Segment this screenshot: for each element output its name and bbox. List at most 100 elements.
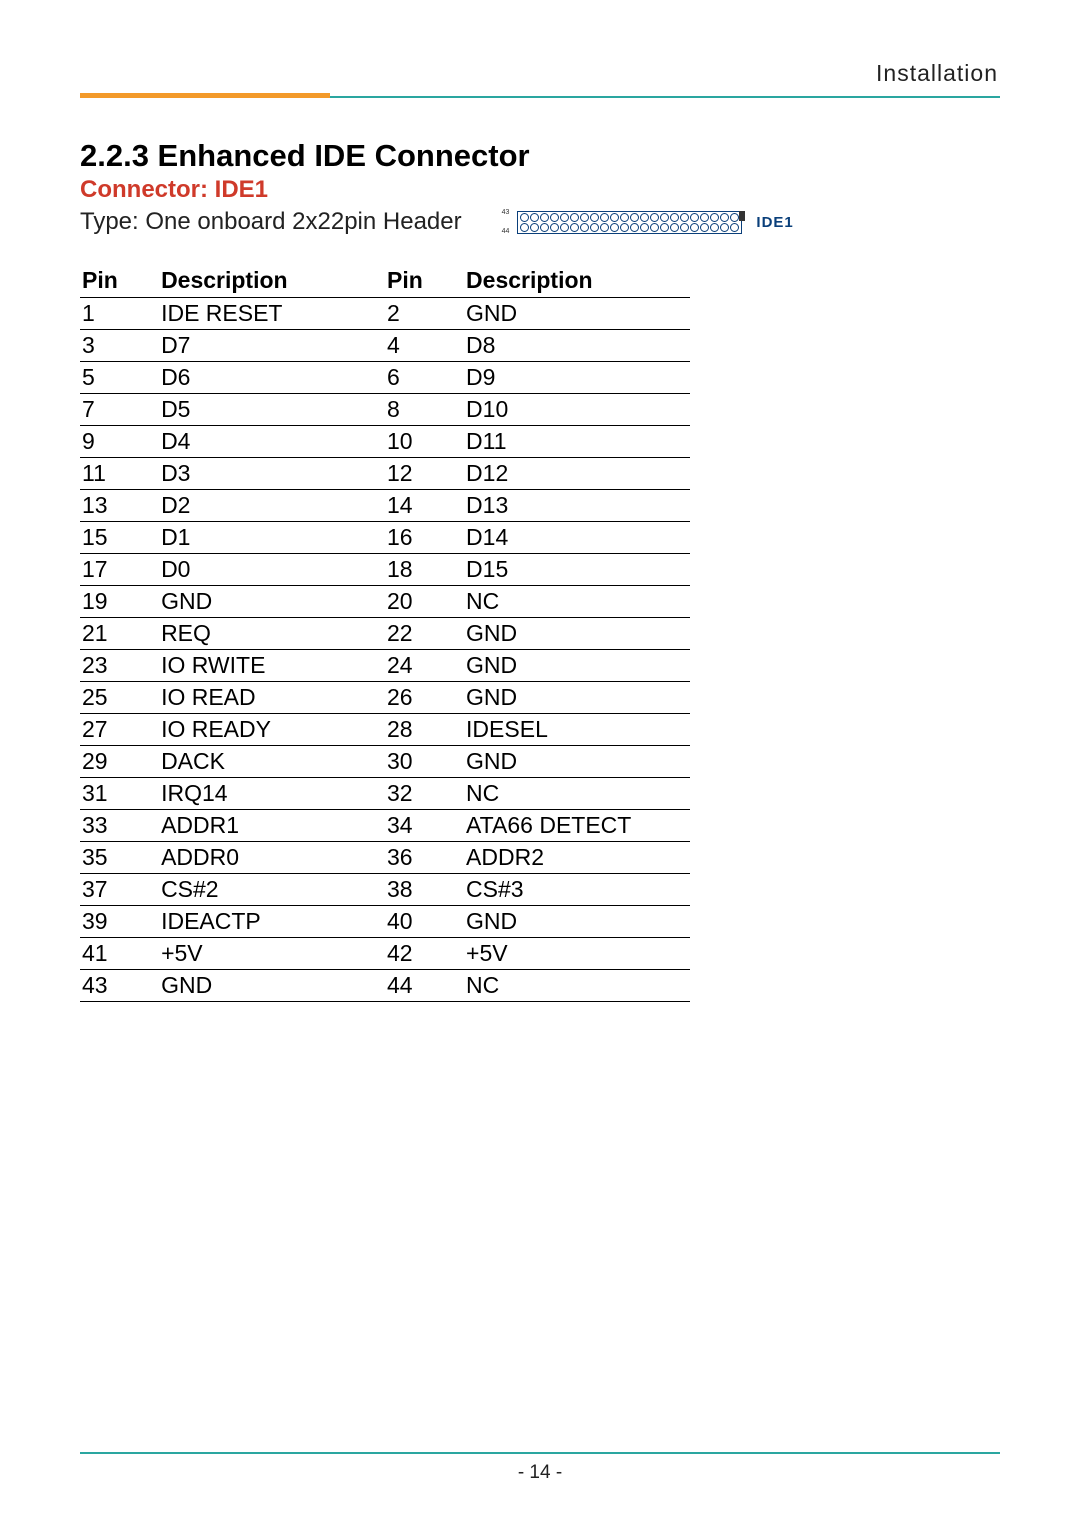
cell-desc_a: GND <box>159 970 385 1002</box>
cell-pin_b: 42 <box>385 938 464 970</box>
cell-desc_a: DACK <box>159 746 385 778</box>
diagram-pin-grid <box>517 211 742 234</box>
diagram-hole <box>560 223 569 232</box>
table-row: 37CS#238CS#3 <box>80 874 690 906</box>
diagram-hole-row <box>520 223 739 232</box>
table-row: 39IDEACTP40GND <box>80 906 690 938</box>
diagram-hole <box>520 223 529 232</box>
diagram-hole <box>630 213 639 222</box>
cell-desc_a: CS#2 <box>159 874 385 906</box>
th-pin-a: Pin <box>80 264 159 298</box>
cell-desc_a: GND <box>159 586 385 618</box>
cell-pin_b: 14 <box>385 490 464 522</box>
diagram-hole <box>530 223 539 232</box>
diagram-hole <box>710 223 719 232</box>
table-row: 9D410D11 <box>80 426 690 458</box>
cell-pin_b: 8 <box>385 394 464 426</box>
table-row: 1IDE RESET2GND <box>80 298 690 330</box>
diagram-hole <box>540 223 549 232</box>
table-row: 33ADDR134ATA66 DETECT <box>80 810 690 842</box>
diagram-pin-numbers: 43 44 <box>502 209 510 235</box>
cell-desc_b: NC <box>464 970 690 1002</box>
table-row: 35ADDR036ADDR2 <box>80 842 690 874</box>
ide-header-diagram: 43 44 IDE1 <box>502 209 794 235</box>
cell-desc_a: ADDR1 <box>159 810 385 842</box>
cell-desc_b: ADDR2 <box>464 842 690 874</box>
table-header-row: Pin Description Pin Description <box>80 264 690 298</box>
cell-desc_a: REQ <box>159 618 385 650</box>
type-text: Type: One onboard 2x22pin Header <box>80 208 462 236</box>
cell-pin_b: 22 <box>385 618 464 650</box>
cell-desc_b: GND <box>464 682 690 714</box>
cell-desc_b: D14 <box>464 522 690 554</box>
cell-pin_b: 4 <box>385 330 464 362</box>
cell-pin_a: 7 <box>80 394 159 426</box>
cell-pin_a: 3 <box>80 330 159 362</box>
diagram-hole <box>540 213 549 222</box>
cell-pin_a: 29 <box>80 746 159 778</box>
diagram-hole <box>610 213 619 222</box>
cell-desc_b: CS#3 <box>464 874 690 906</box>
cell-pin_b: 44 <box>385 970 464 1002</box>
diagram-hole <box>600 223 609 232</box>
table-row: 29DACK30GND <box>80 746 690 778</box>
th-desc-a: Description <box>159 264 385 298</box>
cell-desc_b: D13 <box>464 490 690 522</box>
page-header: Installation <box>80 60 1000 98</box>
header-rule <box>80 93 1000 98</box>
cell-pin_a: 11 <box>80 458 159 490</box>
header-rule-accent <box>80 93 330 98</box>
cell-pin_a: 35 <box>80 842 159 874</box>
diagram-hole <box>560 213 569 222</box>
diagram-hole <box>550 213 559 222</box>
diagram-hole <box>650 223 659 232</box>
cell-pin_b: 18 <box>385 554 464 586</box>
cell-pin_a: 27 <box>80 714 159 746</box>
cell-pin_a: 13 <box>80 490 159 522</box>
diagram-hole <box>610 223 619 232</box>
diagram-hole <box>550 223 559 232</box>
cell-pin_b: 36 <box>385 842 464 874</box>
diagram-hole <box>660 213 669 222</box>
cell-desc_b: D10 <box>464 394 690 426</box>
cell-pin_a: 41 <box>80 938 159 970</box>
cell-pin_a: 19 <box>80 586 159 618</box>
diagram-hole <box>660 223 669 232</box>
th-pin-b: Pin <box>385 264 464 298</box>
cell-desc_b: D12 <box>464 458 690 490</box>
cell-desc_b: +5V <box>464 938 690 970</box>
table-row: 19GND20NC <box>80 586 690 618</box>
cell-desc_a: IDE RESET <box>159 298 385 330</box>
cell-pin_a: 31 <box>80 778 159 810</box>
table-row: 3D74D8 <box>80 330 690 362</box>
diagram-pin1-marker <box>739 211 745 221</box>
cell-pin_b: 28 <box>385 714 464 746</box>
table-row: 31IRQ1432NC <box>80 778 690 810</box>
cell-desc_b: GND <box>464 298 690 330</box>
diagram-hole <box>710 213 719 222</box>
cell-pin_a: 15 <box>80 522 159 554</box>
cell-pin_a: 39 <box>80 906 159 938</box>
cell-pin_a: 21 <box>80 618 159 650</box>
cell-desc_a: D5 <box>159 394 385 426</box>
diagram-hole <box>570 223 579 232</box>
diagram-hole <box>620 223 629 232</box>
cell-pin_b: 12 <box>385 458 464 490</box>
cell-desc_a: +5V <box>159 938 385 970</box>
cell-pin_a: 37 <box>80 874 159 906</box>
th-desc-b: Description <box>464 264 690 298</box>
cell-desc_b: IDESEL <box>464 714 690 746</box>
connector-title: Connector: IDE1 <box>80 176 1000 204</box>
table-row: 21REQ22GND <box>80 618 690 650</box>
cell-desc_b: NC <box>464 586 690 618</box>
header-label: Installation <box>80 60 1000 93</box>
diagram-hole <box>670 223 679 232</box>
diagram-hole <box>700 213 709 222</box>
cell-pin_a: 17 <box>80 554 159 586</box>
cell-desc_b: GND <box>464 746 690 778</box>
diagram-hole-row <box>520 213 739 222</box>
cell-pin_b: 26 <box>385 682 464 714</box>
cell-desc_a: IO RWITE <box>159 650 385 682</box>
cell-desc_b: D8 <box>464 330 690 362</box>
footer-rule <box>80 1452 1000 1454</box>
